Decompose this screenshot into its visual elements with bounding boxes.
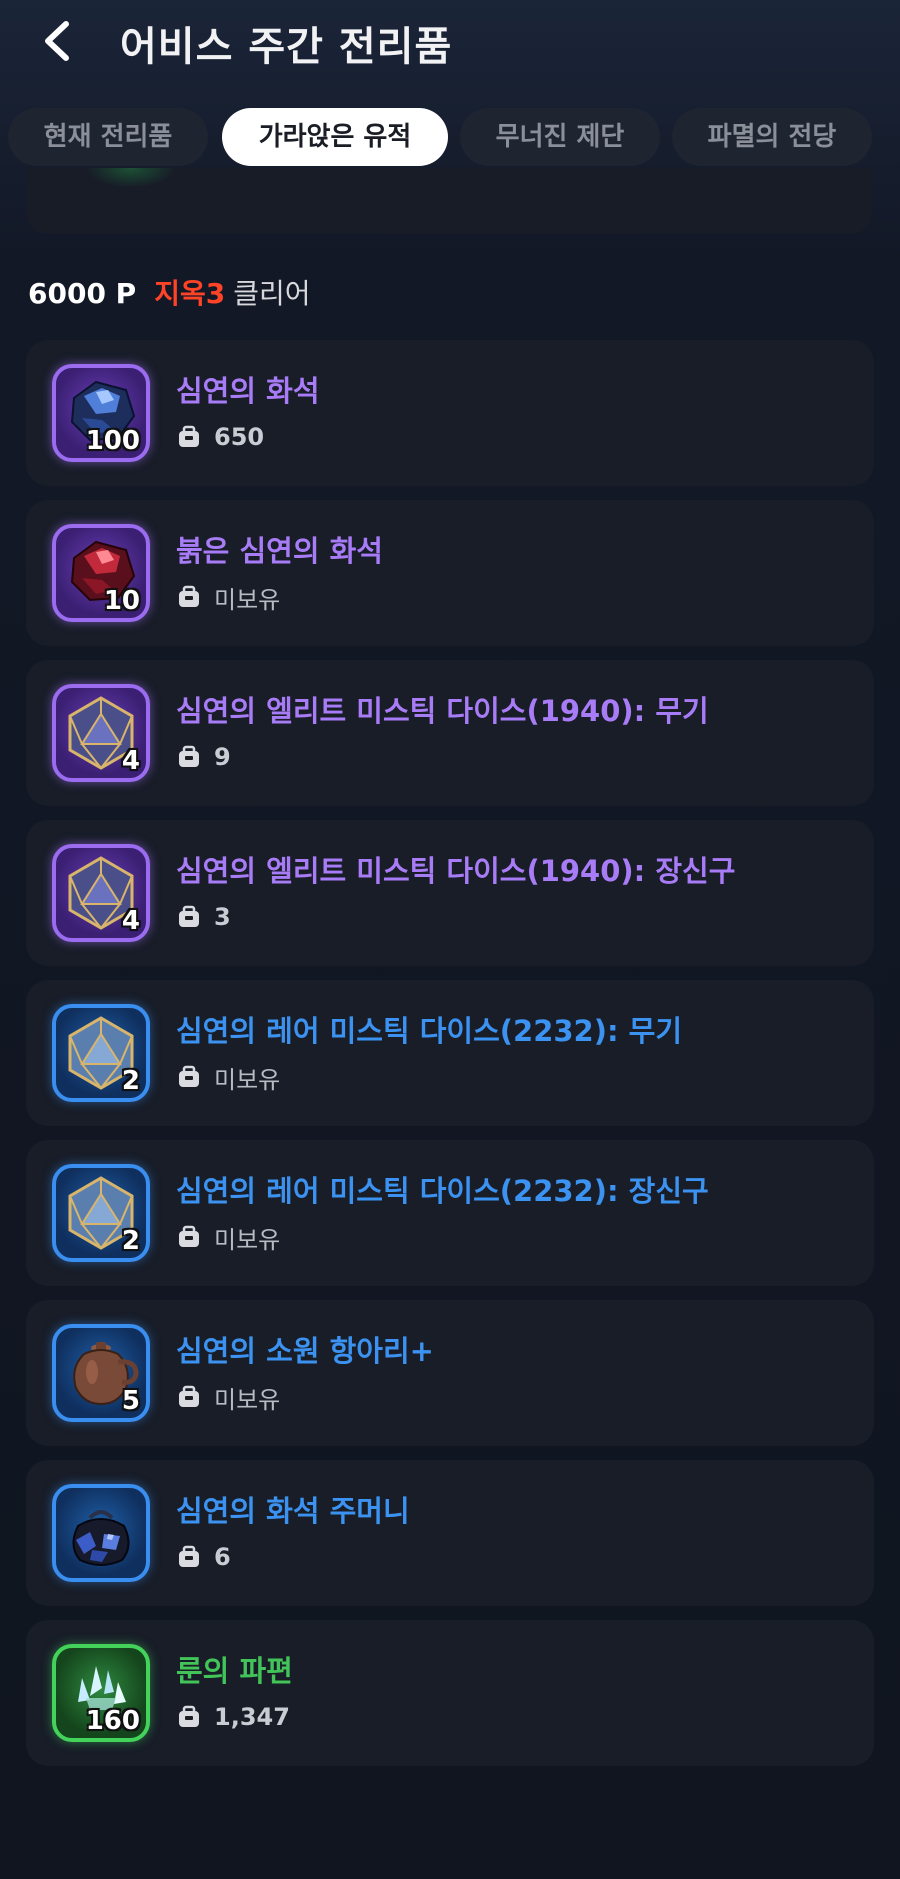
owned-value: 1,347 <box>214 1703 290 1731</box>
section-points: 6000 P <box>28 277 137 310</box>
item-name: 심연의 엘리트 미스틱 다이스(1940): 무기 <box>176 694 709 728</box>
bag-icon <box>179 1065 199 1087</box>
reward-item[interactable]: 100 심연의 화석 650 <box>26 340 874 486</box>
tab-sunken-ruins[interactable]: 가라앉은 유적 <box>222 108 448 166</box>
section-clear-label: 클리어 <box>233 277 311 310</box>
owned-count: 미보유 <box>176 1382 281 1414</box>
bag-icon <box>179 1705 199 1727</box>
section-difficulty-level: 지옥3 <box>154 277 226 310</box>
page-title: 어비스 주간 전리품 <box>120 24 453 70</box>
bag-icon <box>179 585 199 607</box>
item-icon-frame: 4 <box>52 844 150 942</box>
bag-icon <box>179 1545 199 1567</box>
bag-icon <box>179 1385 199 1407</box>
back-arrow-icon[interactable] <box>36 18 82 64</box>
owned-value: 6 <box>214 1543 231 1571</box>
owned-count: 미보유 <box>176 1062 281 1094</box>
reward-item[interactable]: 5 심연의 소원 항아리+ 미보유 <box>26 1300 874 1446</box>
reward-item[interactable]: 4 심연의 엘리트 미스틱 다이스(1940): 장신구 3 <box>26 820 874 966</box>
item-icon-frame: 2 <box>52 1164 150 1262</box>
tab-bar: 현재 전리품 가라앉은 유적 무너진 제단 파멸의 전당 <box>0 108 900 168</box>
item-quantity: 5 <box>121 1386 140 1416</box>
item-name: 심연의 엘리트 미스틱 다이스(1940): 장신구 <box>176 854 736 888</box>
item-quantity: 160 <box>85 1706 140 1736</box>
tab-collapsed-altar[interactable]: 무너진 제단 <box>460 108 660 166</box>
owned-value: 미보유 <box>214 585 281 614</box>
item-quantity: 4 <box>121 906 140 936</box>
item-name: 심연의 레어 미스틱 다이스(2232): 장신구 <box>176 1174 709 1208</box>
item-name: 룬의 파편 <box>176 1654 293 1688</box>
item-name: 심연의 레어 미스틱 다이스(2232): 무기 <box>176 1014 683 1048</box>
item-quantity: 2 <box>121 1226 140 1256</box>
owned-value: 미보유 <box>214 1065 281 1094</box>
owned-count: 9 <box>176 742 231 772</box>
owned-value: 3 <box>214 903 231 931</box>
header: 어비스 주간 전리품 <box>0 0 900 85</box>
bag-icon <box>179 905 199 927</box>
bag-icon <box>179 1225 199 1247</box>
bag-icon <box>179 425 199 447</box>
reward-item[interactable]: 2 심연의 레어 미스틱 다이스(2232): 무기 미보유 <box>26 980 874 1126</box>
item-icon-frame <box>52 1484 150 1582</box>
reward-item[interactable]: 심연의 화석 주머니 6 <box>26 1460 874 1606</box>
owned-value: 미보유 <box>214 1385 281 1414</box>
item-name: 심연의 화석 <box>176 374 320 408</box>
item-name: 심연의 소원 항아리+ <box>176 1334 434 1368</box>
item-icon-frame: 10 <box>52 524 150 622</box>
owned-count: 6 <box>176 1542 231 1572</box>
owned-count: 3 <box>176 902 231 932</box>
item-quantity: 10 <box>103 586 140 616</box>
reward-item[interactable]: 2 심연의 레어 미스틱 다이스(2232): 장신구 미보유 <box>26 1140 874 1286</box>
item-icon-frame: 160 <box>52 1644 150 1742</box>
item-quantity: 4 <box>121 746 140 776</box>
item-quantity: 100 <box>85 426 140 456</box>
owned-count: 미보유 <box>176 1222 281 1254</box>
bag-icon <box>179 745 199 767</box>
owned-count: 미보유 <box>176 582 281 614</box>
reward-item[interactable]: 4 심연의 엘리트 미스틱 다이스(1940): 무기 9 <box>26 660 874 806</box>
tab-hall-of-ruin[interactable]: 파멸의 전당 <box>672 108 872 166</box>
item-icon-frame: 5 <box>52 1324 150 1422</box>
fossil-pouch-icon <box>72 1510 130 1566</box>
owned-value: 650 <box>214 423 265 451</box>
item-name: 붉은 심연의 화석 <box>176 534 383 568</box>
owned-count: 650 <box>176 422 264 452</box>
item-icon-frame: 2 <box>52 1004 150 1102</box>
tab-current-loot[interactable]: 현재 전리품 <box>8 108 208 166</box>
previous-section-card <box>26 168 872 234</box>
owned-count: 1,347 <box>176 1702 290 1732</box>
item-name: 심연의 화석 주머니 <box>176 1494 410 1528</box>
owned-value: 미보유 <box>214 1225 281 1254</box>
reward-item[interactable]: 160 룬의 파편 1,347 <box>26 1620 874 1766</box>
owned-value: 9 <box>214 743 231 771</box>
item-icon-frame: 100 <box>52 364 150 462</box>
section-header: 6000 P 지옥3 클리어 <box>28 272 311 312</box>
reward-item[interactable]: 10 붉은 심연의 화석 미보유 <box>26 500 874 646</box>
item-quantity: 2 <box>121 1066 140 1096</box>
item-icon-frame: 4 <box>52 684 150 782</box>
